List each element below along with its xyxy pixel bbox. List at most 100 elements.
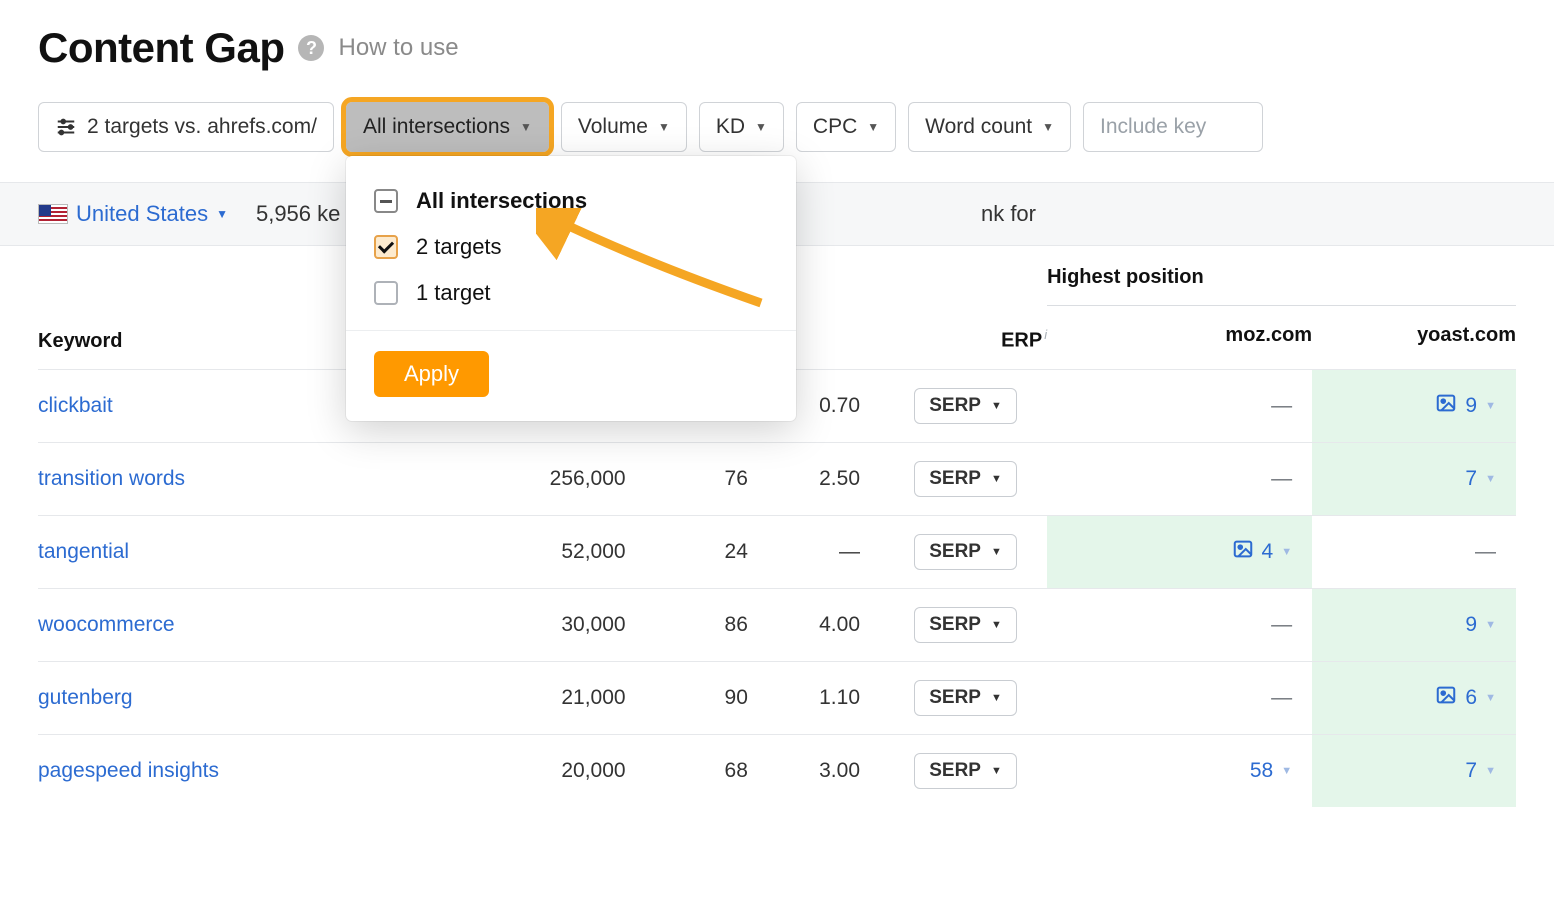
- position-cell[interactable]: 58▼: [1047, 735, 1312, 808]
- position-cell[interactable]: 7▼: [1312, 735, 1516, 808]
- kd-cell: 24: [650, 516, 772, 589]
- col-moz[interactable]: moz.com: [1047, 306, 1312, 370]
- position-cell[interactable]: 4▼: [1047, 516, 1312, 589]
- cpc-cell: 1.10: [772, 662, 884, 735]
- chevron-down-icon: ▼: [991, 619, 1002, 631]
- keyword-link[interactable]: gutenberg: [38, 686, 133, 709]
- intersections-filter[interactable]: All intersections ▼: [346, 102, 549, 152]
- rank-for-fragment: nk for: [981, 201, 1516, 227]
- keyword-link[interactable]: woocommerce: [38, 613, 175, 636]
- image-pack-icon: [1435, 684, 1457, 712]
- chevron-down-icon: ▼: [991, 546, 1002, 558]
- col-yoast[interactable]: yoast.com: [1312, 306, 1516, 370]
- position-cell[interactable]: 9▼: [1312, 370, 1516, 443]
- checkbox-indeterminate-icon[interactable]: [374, 189, 398, 213]
- chevron-down-icon: ▼: [1485, 400, 1496, 412]
- position-cell: —: [1312, 516, 1516, 589]
- intersections-filter-label: All intersections: [363, 115, 510, 139]
- serp-button[interactable]: SERP▼: [914, 534, 1017, 570]
- position-cell: —: [1047, 662, 1312, 735]
- serp-cell: SERP▼: [884, 370, 1047, 443]
- targets-filter[interactable]: 2 targets vs. ahrefs.com/: [38, 102, 334, 152]
- intersections-option-all[interactable]: All intersections: [346, 178, 796, 224]
- serp-cell: SERP▼: [884, 516, 1047, 589]
- col-serp[interactable]: ERPi: [884, 246, 1047, 370]
- volume-cell: 20,000: [466, 735, 649, 808]
- chevron-down-icon: ▼: [216, 207, 228, 221]
- position-cell[interactable]: 6▼: [1312, 662, 1516, 735]
- volume-cell: 52,000: [466, 516, 649, 589]
- table-row: gutenberg21,000901.10SERP▼—6▼: [38, 662, 1516, 735]
- keyword-cell: tangential: [38, 516, 466, 589]
- keyword-count-fragment: 5,956 ke: [256, 201, 340, 227]
- apply-button[interactable]: Apply: [374, 351, 489, 397]
- volume-filter-label: Volume: [578, 115, 648, 139]
- image-pack-icon: [1435, 392, 1457, 420]
- keyword-link[interactable]: pagespeed insights: [38, 759, 219, 782]
- chevron-down-icon: ▼: [1485, 765, 1496, 777]
- volume-cell: 256,000: [466, 443, 649, 516]
- intersections-option-1-label: 1 target: [416, 280, 491, 306]
- checkbox-empty-icon[interactable]: [374, 281, 398, 305]
- position-cell[interactable]: 7▼: [1312, 443, 1516, 516]
- position-cell[interactable]: 9▼: [1312, 589, 1516, 662]
- page-title: Content Gap: [38, 24, 284, 72]
- country-selector[interactable]: United States ▼: [38, 201, 228, 227]
- checkbox-checked-icon[interactable]: [374, 235, 398, 259]
- serp-button[interactable]: SERP▼: [914, 753, 1017, 789]
- serp-cell: SERP▼: [884, 589, 1047, 662]
- keyword-link[interactable]: clickbait: [38, 394, 113, 417]
- intersections-option-2-label: 2 targets: [416, 234, 502, 260]
- chevron-down-icon: ▼: [1485, 619, 1496, 631]
- how-to-use-link[interactable]: How to use: [338, 34, 458, 62]
- chevron-down-icon: ▼: [867, 120, 879, 134]
- position-cell: —: [1047, 589, 1312, 662]
- word-count-filter[interactable]: Word count ▼: [908, 102, 1071, 152]
- us-flag-icon: [38, 204, 68, 224]
- intersections-option-1[interactable]: 1 target: [346, 270, 796, 316]
- image-pack-icon: [1232, 538, 1254, 566]
- intersections-option-2[interactable]: 2 targets: [346, 224, 796, 270]
- include-keywords-placeholder: Include key: [1100, 115, 1206, 139]
- cpc-filter[interactable]: CPC ▼: [796, 102, 896, 152]
- table-row: transition words256,000762.50SERP▼—7▼: [38, 443, 1516, 516]
- chevron-down-icon: ▼: [1485, 473, 1496, 485]
- keyword-cell: woocommerce: [38, 589, 466, 662]
- chevron-down-icon: ▼: [991, 473, 1002, 485]
- table-row: woocommerce30,000864.00SERP▼—9▼: [38, 589, 1516, 662]
- chevron-down-icon: ▼: [520, 120, 532, 134]
- chevron-down-icon: ▼: [1281, 765, 1292, 777]
- serp-cell: SERP▼: [884, 443, 1047, 516]
- help-icon[interactable]: ?: [298, 35, 324, 61]
- intersections-option-all-label: All intersections: [416, 188, 587, 214]
- volume-cell: 21,000: [466, 662, 649, 735]
- cpc-cell: 4.00: [772, 589, 884, 662]
- keyword-cell: gutenberg: [38, 662, 466, 735]
- cpc-cell: 3.00: [772, 735, 884, 808]
- col-highest-position: Highest position: [1047, 246, 1516, 306]
- volume-filter[interactable]: Volume ▼: [561, 102, 687, 152]
- volume-cell: 30,000: [466, 589, 649, 662]
- chevron-down-icon: ▼: [991, 765, 1002, 777]
- kd-filter[interactable]: KD ▼: [699, 102, 784, 152]
- keyword-link[interactable]: transition words: [38, 467, 185, 490]
- position-cell: —: [1047, 443, 1312, 516]
- keyword-link[interactable]: tangential: [38, 540, 129, 563]
- position-cell: —: [1047, 370, 1312, 443]
- chevron-down-icon: ▼: [1042, 120, 1054, 134]
- chevron-down-icon: ▼: [755, 120, 767, 134]
- table-row: pagespeed insights20,000683.00SERP▼58▼7▼: [38, 735, 1516, 808]
- include-keywords-input[interactable]: Include key: [1083, 102, 1263, 152]
- serp-button[interactable]: SERP▼: [914, 680, 1017, 716]
- serp-button[interactable]: SERP▼: [914, 607, 1017, 643]
- chevron-down-icon: ▼: [991, 400, 1002, 412]
- serp-button[interactable]: SERP▼: [914, 388, 1017, 424]
- chevron-down-icon: ▼: [991, 692, 1002, 704]
- table-row: tangential52,00024—SERP▼4▼—: [38, 516, 1516, 589]
- country-label: United States: [76, 201, 208, 227]
- cpc-cell: —: [772, 516, 884, 589]
- keyword-cell: transition words: [38, 443, 466, 516]
- serp-button[interactable]: SERP▼: [914, 461, 1017, 497]
- intersections-dropdown: All intersections 2 targets 1 target App…: [346, 156, 796, 421]
- cpc-cell: 2.50: [772, 443, 884, 516]
